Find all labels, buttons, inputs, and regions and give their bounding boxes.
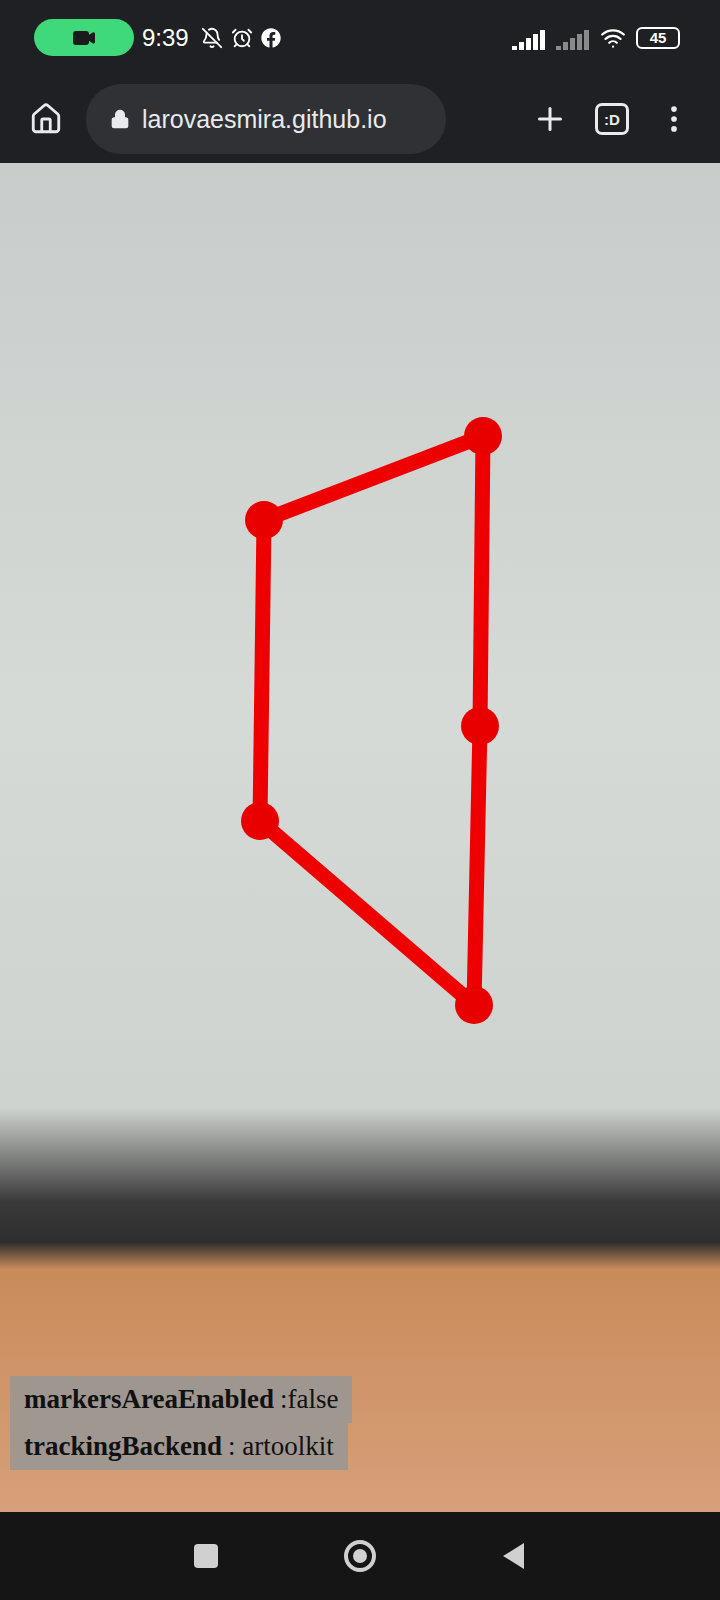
video-icon — [72, 26, 96, 50]
url-text: larovaesmira.github.io — [142, 105, 387, 134]
debug-panel: markersAreaEnabled:falsetrackingBackend:… — [10, 1376, 352, 1470]
ar-edge — [260, 821, 474, 1005]
address-bar: larovaesmira.github.io :D — [0, 75, 720, 163]
signal-off-icon — [556, 26, 590, 50]
tabs-button[interactable]: :D — [590, 97, 634, 141]
ar-node — [455, 986, 493, 1024]
navigation-bar — [0, 1512, 720, 1600]
home-button[interactable] — [24, 97, 68, 141]
url-field[interactable]: larovaesmira.github.io — [86, 84, 446, 154]
status-bar: 9:39 45 — [0, 0, 720, 75]
menu-button[interactable] — [652, 97, 696, 141]
ar-edge — [264, 436, 483, 520]
status-time: 9:39 — [142, 24, 189, 52]
recents-icon[interactable] — [188, 1538, 224, 1574]
debug-value: :false — [280, 1384, 338, 1415]
more-icon — [657, 102, 691, 136]
ar-node — [464, 417, 502, 455]
ar-node — [461, 707, 499, 745]
ar-node — [245, 501, 283, 539]
ar-edge — [480, 436, 483, 726]
facebook-icon — [261, 28, 281, 48]
lock-icon — [110, 109, 130, 129]
debug-key: trackingBackend — [24, 1431, 222, 1462]
tab-count: :D — [595, 103, 629, 135]
phone-screen: 9:39 45 larovaesmira.github.io :D markersAre… — [0, 0, 720, 1600]
home-nav-icon[interactable] — [342, 1538, 378, 1574]
call-indicator[interactable] — [34, 19, 134, 56]
plus-icon — [532, 101, 568, 137]
battery-indicator: 45 — [636, 27, 680, 49]
bell-off-icon — [201, 27, 223, 49]
wifi-icon — [600, 25, 626, 51]
new-tab-button[interactable] — [528, 97, 572, 141]
debug-row: trackingBackend: artoolkit — [10, 1423, 348, 1470]
ar-overlay — [0, 163, 720, 1512]
back-icon[interactable] — [496, 1538, 532, 1574]
signal-icon — [512, 26, 546, 50]
debug-row: markersAreaEnabled:false — [10, 1376, 352, 1423]
home-icon — [29, 102, 63, 136]
debug-value: : artoolkit — [228, 1431, 334, 1462]
alarm-icon — [231, 27, 253, 49]
camera-view: markersAreaEnabled:falsetrackingBackend:… — [0, 163, 720, 1512]
debug-key: markersAreaEnabled — [24, 1384, 274, 1415]
ar-node — [241, 802, 279, 840]
ar-edge — [474, 726, 480, 1005]
ar-edge — [260, 520, 264, 821]
